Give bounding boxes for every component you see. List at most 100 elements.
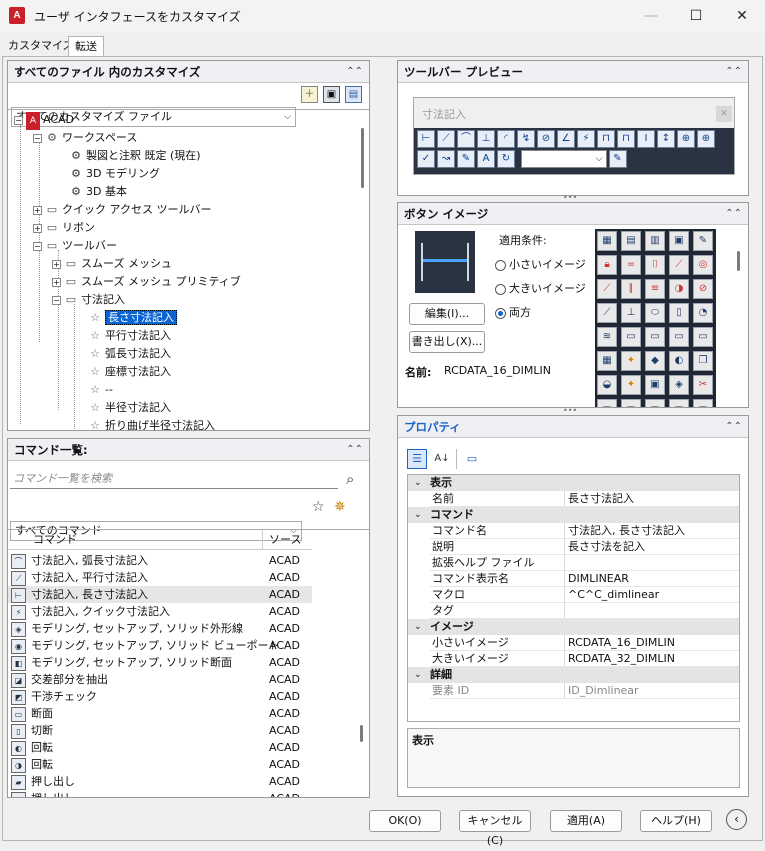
load-partial-icon[interactable]: ▤ — [345, 86, 362, 103]
property-row[interactable]: 要素 ID ID_Dimlinear — [408, 683, 739, 699]
command-row[interactable]: ◧ モデリング, セットアップ, ソリッド断面 ACAD — [8, 654, 312, 671]
star-filter-icon[interactable]: ☆ — [312, 499, 325, 515]
image-grid-icon[interactable]: ▭ — [693, 399, 713, 407]
column-header-source[interactable]: ソース — [262, 530, 312, 550]
center-mark-icon[interactable]: ⊕ — [697, 130, 715, 148]
property-value[interactable]: 長さ寸法記入 — [565, 491, 739, 507]
image-grid-icon[interactable]: ❐ — [693, 351, 713, 371]
property-row[interactable]: 大きいイメージ RCDATA_32_DIMLIN — [408, 651, 739, 667]
command-row[interactable]: ⚡ 寸法記入, クイック寸法記入 ACAD — [8, 603, 312, 620]
update-icon[interactable]: ↻ — [497, 150, 515, 168]
image-grid-icon[interactable]: ⌷ — [645, 255, 665, 275]
ordinate-icon[interactable]: ⊥ — [477, 130, 495, 148]
radio-large-image[interactable]: 大きいイメージ — [495, 280, 586, 296]
image-grid-icon[interactable]: ≡ — [645, 279, 665, 299]
help-button[interactable]: ヘルプ(H) — [640, 810, 712, 832]
image-grid-icon[interactable]: ⬭ — [645, 303, 665, 323]
property-value[interactable] — [565, 555, 739, 571]
minimize-button[interactable]: — — [628, 0, 674, 32]
image-grid-icon[interactable]: ⟋ — [597, 279, 617, 299]
property-category[interactable]: ⌄ コマンド — [408, 507, 739, 523]
image-grid-icon[interactable]: ◒ — [597, 375, 617, 395]
radius-icon[interactable]: ◜ — [497, 130, 515, 148]
property-value[interactable]: ID_Dimlinear — [565, 683, 739, 699]
edit-button[interactable]: 編集(I)... — [409, 303, 485, 325]
baseline-icon[interactable]: ⊓ — [597, 130, 615, 148]
text-edit-icon[interactable]: A — [477, 150, 495, 168]
tree-item-separator[interactable]: ☆ -- — [88, 381, 113, 399]
tree-item-acad[interactable]: − A ACAD — [14, 111, 74, 130]
tree-item-smooth-mesh[interactable]: + ▭ スムーズ メッシュ — [52, 255, 172, 273]
property-value[interactable]: 長さ寸法を記入 — [565, 539, 739, 555]
image-grid-icon[interactable]: ⊥ — [621, 303, 641, 323]
tree-item-aligned-dimension[interactable]: ☆ 平行寸法記入 — [88, 327, 171, 345]
break-icon[interactable]: ↕ — [657, 130, 675, 148]
image-grid-icon[interactable]: ✦ — [621, 351, 641, 371]
tree-item-workspace[interactable]: − ⚙ ワークスペース — [33, 129, 137, 147]
property-row[interactable]: 拡張ヘルプ ファイル — [408, 555, 739, 571]
tree-item-dimension[interactable]: − ▭ 寸法記入 — [52, 291, 125, 309]
tree-item-smooth-mesh-primitives[interactable]: + ▭ スムーズ メッシュ プリミティブ — [52, 273, 241, 291]
property-category[interactable]: ⌄ 詳細 — [408, 667, 739, 683]
property-value[interactable]: 寸法記入, 長さ寸法記入 — [565, 523, 739, 539]
image-grid-icon[interactable]: ∥ — [621, 279, 641, 299]
save-icon[interactable]: ▣ — [323, 86, 340, 103]
image-grid-icon[interactable]: ▭ — [669, 399, 689, 407]
search-icon[interactable]: ⌕ — [346, 470, 354, 488]
image-grid-icon[interactable]: ≋ — [597, 327, 617, 347]
arc-length-icon[interactable]: ⌒ — [457, 130, 475, 148]
image-grid-icon[interactable]: ▯ — [669, 303, 689, 323]
collapse-icon[interactable]: ⌃⌃ — [725, 416, 742, 438]
image-grid-icon[interactable]: ⊘ — [693, 279, 713, 299]
maximize-button[interactable]: ☐ — [673, 0, 719, 32]
image-grid-icon[interactable]: ◆ — [645, 351, 665, 371]
linear-dimension-icon[interactable]: ⊢ — [417, 130, 435, 148]
image-grid-icon[interactable]: = — [621, 255, 641, 275]
command-row[interactable]: ▯ 切断 ACAD — [8, 722, 312, 739]
command-grid-scrollbar[interactable] — [360, 725, 363, 742]
splitter-grip[interactable]: ••• — [563, 193, 577, 202]
command-row[interactable]: ◑ 回転 ACAD — [8, 756, 312, 773]
continue-icon[interactable]: ⊓ — [617, 130, 635, 148]
image-grid-icon[interactable]: ▭ — [693, 327, 713, 347]
image-grid-icon[interactable]: ◈ — [669, 375, 689, 395]
command-row[interactable]: ⊢ 寸法記入, 長さ寸法記入 ACAD — [8, 586, 312, 603]
image-grid-scrollbar[interactable] — [737, 251, 740, 271]
aligned-dimension-icon[interactable]: ⟋ — [437, 130, 455, 148]
image-grid-icon[interactable]: ▭ — [621, 399, 641, 407]
property-row[interactable]: 小さいイメージ RCDATA_16_DIMLIN — [408, 635, 739, 651]
property-row[interactable]: コマンド名 寸法記入, 長さ寸法記入 — [408, 523, 739, 539]
close-button[interactable]: ✕ — [719, 0, 765, 32]
ok-button[interactable]: OK(O) — [369, 810, 441, 832]
export-button[interactable]: 書き出し(X)... — [409, 331, 485, 353]
property-value[interactable]: ^C^C_dimlinear — [565, 587, 739, 603]
collapse-icon[interactable]: ⌃⌃ — [346, 439, 363, 461]
property-row[interactable]: マクロ ^C^C_dimlinear — [408, 587, 739, 603]
command-row[interactable]: ◈ モデリング, セットアップ, ソリッド外形線 ACAD — [8, 620, 312, 637]
collapse-icon[interactable]: ⌃⌃ — [725, 61, 742, 83]
tree-scrollbar[interactable] — [361, 128, 364, 188]
space-icon[interactable]: I — [637, 130, 655, 148]
image-grid-icon[interactable]: ▣ — [645, 375, 665, 395]
quick-dimension-icon[interactable]: ⚡ — [577, 130, 595, 148]
image-grid-icon[interactable]: ◑ — [669, 279, 689, 299]
jogged-icon[interactable]: ↯ — [517, 130, 535, 148]
command-row[interactable]: ▭ 断面 ACAD — [8, 705, 312, 722]
image-grid-icon[interactable]: ▤ — [621, 231, 641, 251]
sort-alphabetical-icon[interactable]: A↓ — [432, 449, 452, 469]
image-grid-icon[interactable]: ▣ — [669, 231, 689, 251]
dimstyle-select[interactable]: ⌵ — [520, 150, 607, 168]
image-grid-icon[interactable]: ▭ — [645, 399, 665, 407]
image-grid-icon[interactable]: ▥ — [645, 231, 665, 251]
image-grid-icon[interactable]: ✦ — [621, 375, 641, 395]
categorized-icon[interactable]: ☰ — [407, 449, 427, 469]
image-grid-icon[interactable]: ▭ — [645, 327, 665, 347]
tree-item-quick-access-toolbar[interactable]: + ▭ クイック アクセス ツールバー — [33, 201, 211, 219]
command-row[interactable]: ⌒ 寸法記入, 弧長寸法記入 ACAD — [8, 552, 312, 569]
collapse-dialog-icon[interactable]: ‹ — [726, 809, 747, 830]
image-grid-icon[interactable]: ◐ — [669, 351, 689, 371]
command-row[interactable]: ▱ 押し出し ACAD — [8, 790, 312, 797]
property-category[interactable]: ⌄ イメージ — [408, 619, 739, 635]
command-row[interactable]: ◩ 干渉チェック ACAD — [8, 688, 312, 705]
image-grid-icon[interactable]: ✎ — [693, 231, 713, 251]
